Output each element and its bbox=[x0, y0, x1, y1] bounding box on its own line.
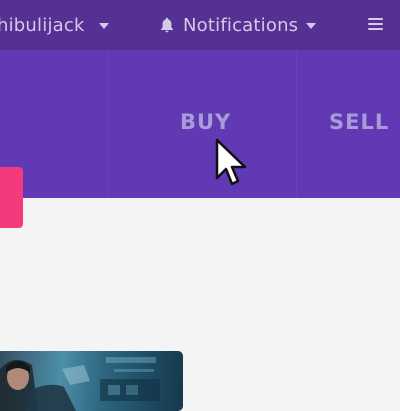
nav-divider bbox=[296, 50, 297, 198]
user-menu-dropdown[interactable]: hibulijack bbox=[0, 0, 109, 50]
bell-icon bbox=[161, 17, 173, 33]
thumbnail-artwork bbox=[0, 357, 160, 411]
nav-divider bbox=[108, 50, 109, 198]
notifications-label: Notifications bbox=[183, 14, 299, 36]
notifications-dropdown[interactable]: Notifications bbox=[160, 0, 317, 50]
top-navigation-bar: hibulijack Notifications bbox=[0, 0, 400, 50]
listing-thumbnail-image[interactable] bbox=[0, 351, 183, 411]
hero-banner: BUY SELL bbox=[0, 50, 400, 198]
username-label: hibulijack bbox=[0, 14, 85, 36]
chevron-down-icon bbox=[306, 23, 317, 29]
nav-buy-link[interactable]: BUY bbox=[180, 110, 231, 134]
pink-action-button[interactable] bbox=[0, 167, 23, 228]
hamburger-icon[interactable] bbox=[368, 18, 383, 31]
chevron-down-icon bbox=[98, 23, 109, 29]
nav-sell-link[interactable]: SELL bbox=[329, 110, 389, 134]
